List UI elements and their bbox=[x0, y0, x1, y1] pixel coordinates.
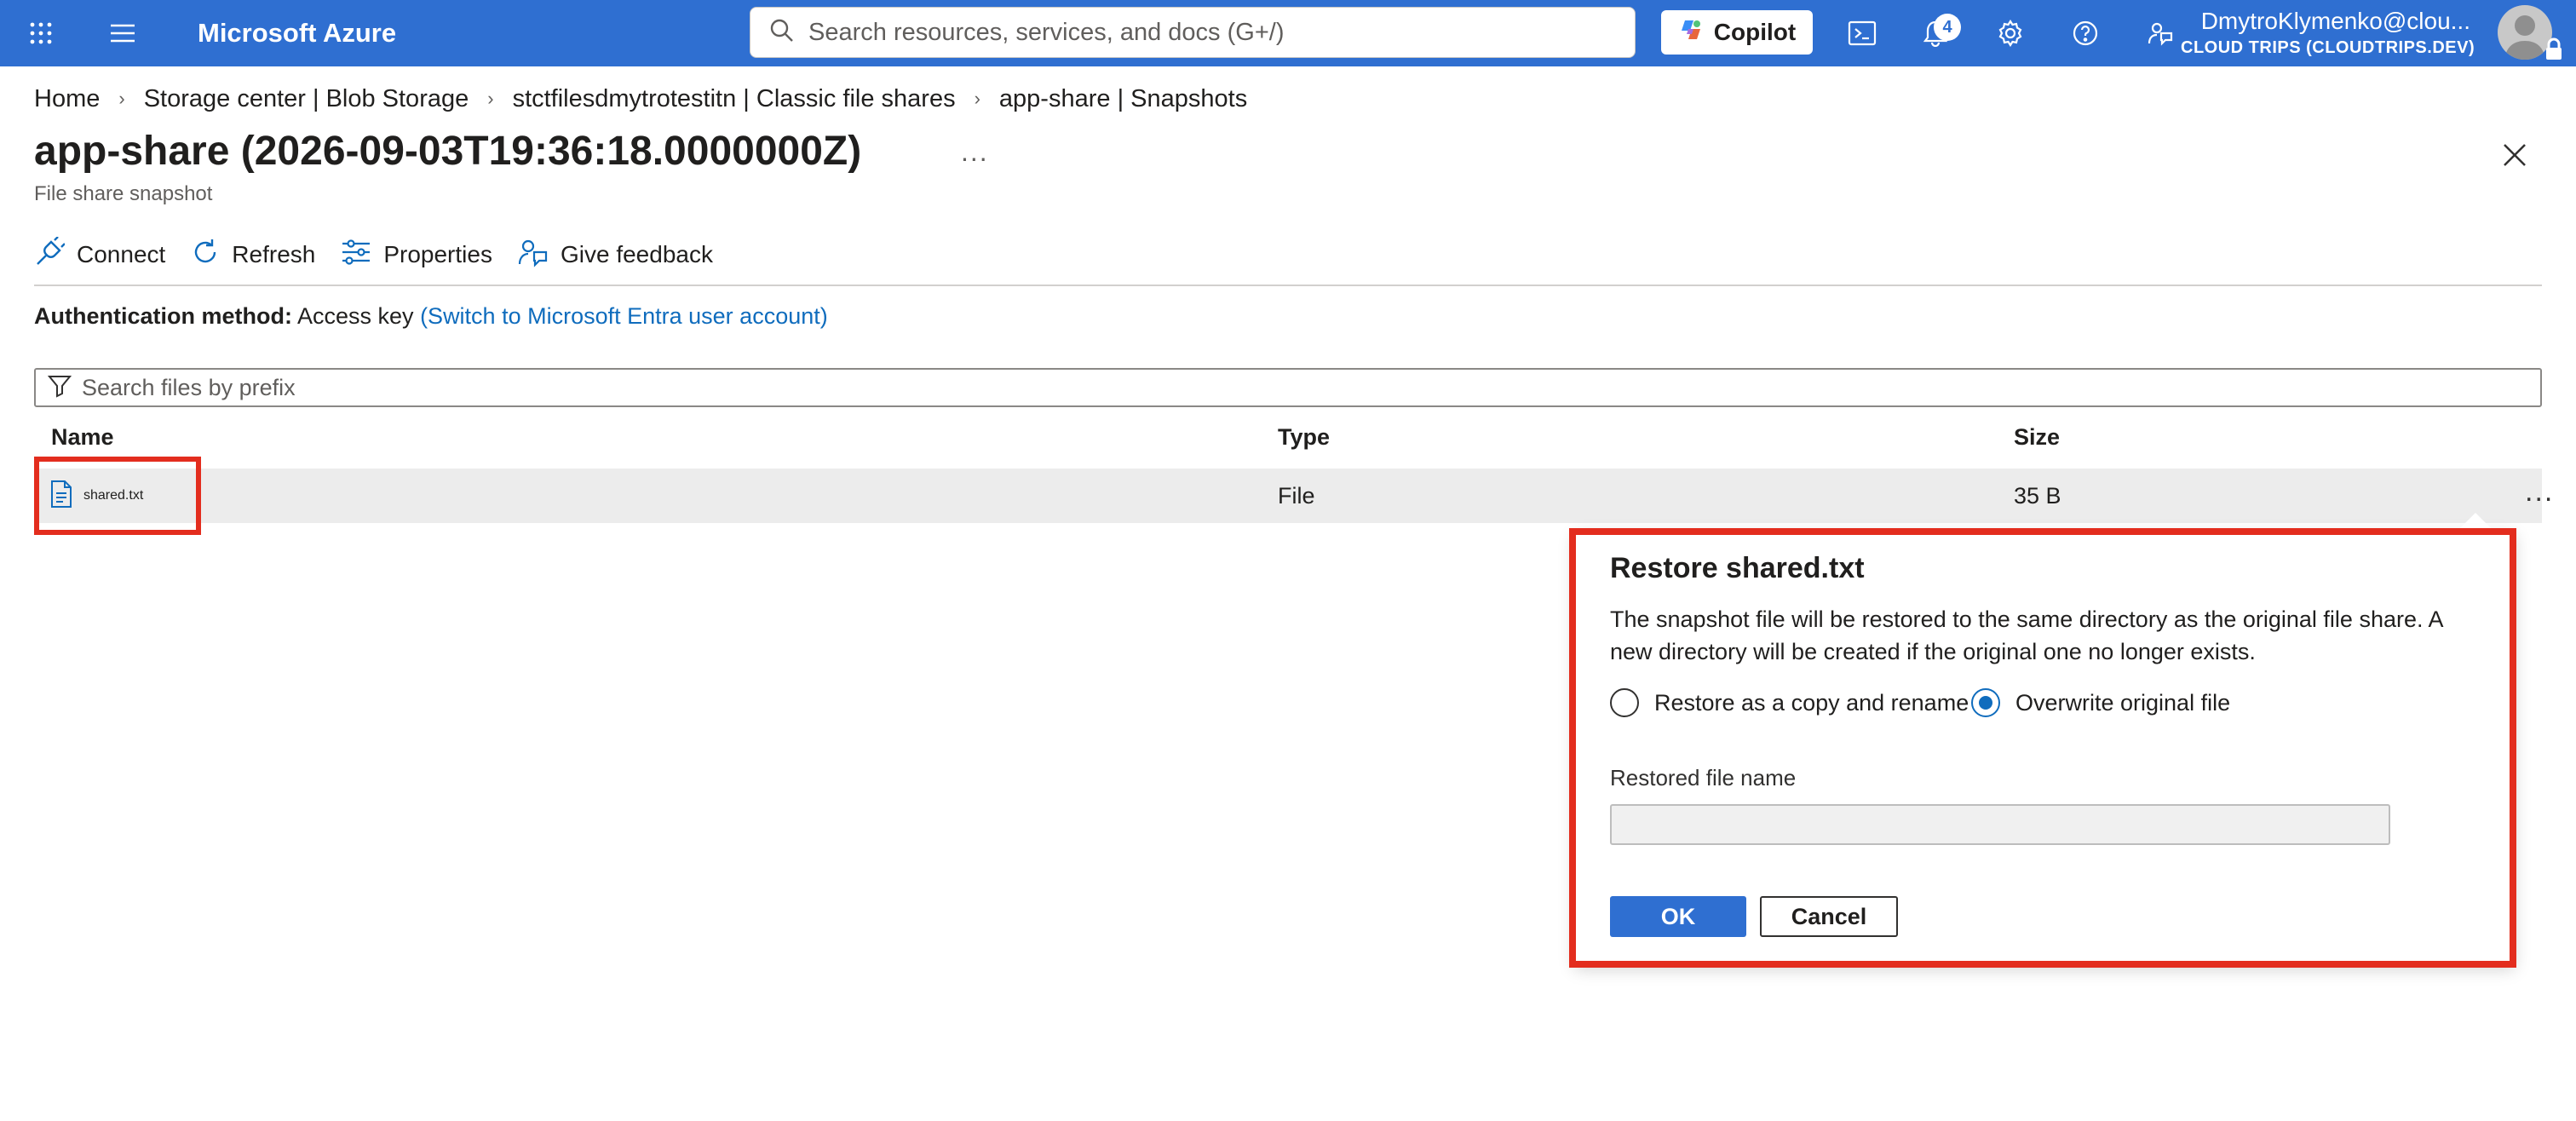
search-icon bbox=[769, 18, 795, 48]
file-size: 35 B bbox=[2014, 483, 2061, 509]
hamburger-menu-icon[interactable] bbox=[104, 0, 141, 66]
chevron-right-icon: › bbox=[974, 88, 980, 109]
radio-restore-copy[interactable]: Restore as a copy and rename bbox=[1610, 688, 1969, 717]
account-info[interactable]: DmytroKlymenko@clou... CLOUD TRIPS (CLOU… bbox=[2181, 7, 2475, 60]
chevron-right-icon: › bbox=[487, 88, 494, 109]
auth-method-label: Authentication method: bbox=[34, 303, 292, 329]
chevron-right-icon: › bbox=[118, 88, 125, 109]
sliders-icon bbox=[341, 238, 383, 273]
cloud-shell-icon[interactable] bbox=[1845, 0, 1879, 66]
copilot-button[interactable]: Copilot bbox=[1661, 10, 1813, 55]
account-tenant: CLOUD TRIPS (CLOUDTRIPS.DEV) bbox=[2181, 38, 2475, 57]
highlight-box-file bbox=[34, 457, 201, 535]
give-feedback-button[interactable]: Give feedback bbox=[518, 237, 713, 273]
breadcrumb-storage-account[interactable]: stctfilesdmytrotestitn | Classic file sh… bbox=[513, 85, 956, 113]
restore-dialog-title: Restore shared.txt bbox=[1610, 552, 1865, 584]
more-actions-button[interactable]: ... bbox=[961, 136, 989, 168]
search-files-placeholder: Search files by prefix bbox=[82, 374, 296, 400]
radio-restore-copy-label: Restore as a copy and rename bbox=[1654, 689, 1969, 716]
search-files-input[interactable]: Search files by prefix bbox=[34, 368, 2542, 407]
account-user: DmytroKlymenko@clou... bbox=[2200, 8, 2470, 34]
copilot-label: Copilot bbox=[1713, 19, 1797, 45]
radio-overwrite-label: Overwrite original file bbox=[2015, 689, 2231, 716]
restored-file-name-field[interactable] bbox=[1610, 804, 2390, 845]
global-search-input[interactable]: Search resources, services, and docs (G+… bbox=[750, 7, 1636, 58]
properties-button[interactable]: Properties bbox=[341, 238, 492, 273]
feedback-icon bbox=[518, 237, 561, 273]
connect-button[interactable]: Connect bbox=[34, 235, 166, 273]
breadcrumb-snapshots[interactable]: app-share | Snapshots bbox=[999, 85, 1247, 113]
dialog-pointer bbox=[2460, 513, 2491, 528]
give-feedback-label: Give feedback bbox=[560, 241, 713, 267]
refresh-icon bbox=[191, 238, 232, 273]
gear-icon[interactable] bbox=[1993, 0, 2027, 66]
close-icon[interactable] bbox=[2498, 138, 2532, 172]
column-header-type[interactable]: Type bbox=[1278, 424, 1330, 451]
auth-method: Authentication method: Access key (Switc… bbox=[34, 303, 828, 330]
switch-auth-link[interactable]: (Switch to Microsoft Entra user account) bbox=[420, 303, 828, 329]
ok-button[interactable]: OK bbox=[1610, 896, 1746, 937]
restored-file-name-label: Restored file name bbox=[1610, 765, 1797, 790]
filter-icon bbox=[47, 374, 72, 402]
notification-count-badge: 4 bbox=[1934, 14, 1961, 41]
refresh-label: Refresh bbox=[232, 241, 316, 267]
brand-title[interactable]: Microsoft Azure bbox=[198, 0, 396, 66]
command-bar: Connect Refresh Properties Give feedback bbox=[34, 235, 739, 274]
breadcrumb: Home › Storage center | Blob Storage › s… bbox=[34, 82, 1247, 116]
radio-dot bbox=[1979, 696, 1992, 710]
lock-icon bbox=[2544, 37, 2564, 61]
top-bar: Microsoft Azure Search resources, servic… bbox=[0, 0, 2576, 66]
connect-label: Connect bbox=[77, 241, 166, 267]
toolbar-divider bbox=[34, 285, 2542, 286]
row-more-actions-button[interactable]: ... bbox=[2525, 469, 2554, 523]
copilot-icon bbox=[1678, 17, 1714, 49]
cancel-button[interactable]: Cancel bbox=[1760, 896, 1898, 937]
column-header-name[interactable]: Name bbox=[51, 424, 114, 451]
refresh-button[interactable]: Refresh bbox=[191, 238, 315, 273]
radio-overwrite-original[interactable]: Overwrite original file bbox=[1971, 688, 2230, 717]
page-title: app-share (2026-09-03T19:36:18.0000000Z) bbox=[34, 129, 862, 174]
radio-circle-unselected[interactable] bbox=[1610, 688, 1639, 717]
breadcrumb-home[interactable]: Home bbox=[34, 85, 100, 113]
feedback-icon[interactable] bbox=[2143, 0, 2177, 66]
properties-label: Properties bbox=[383, 241, 492, 267]
radio-circle-selected[interactable] bbox=[1971, 688, 2000, 717]
auth-method-value: Access key bbox=[297, 303, 414, 329]
restore-dialog-description: The snapshot file will be restored to th… bbox=[1610, 606, 2443, 664]
file-type: File bbox=[1278, 483, 1315, 509]
search-placeholder: Search resources, services, and docs (G+… bbox=[808, 18, 1285, 46]
column-header-size[interactable]: Size bbox=[2014, 424, 2060, 451]
table-row[interactable]: shared.txt File 35 B ... bbox=[34, 469, 2552, 523]
plug-icon bbox=[34, 235, 77, 273]
breadcrumb-storage-center[interactable]: Storage center | Blob Storage bbox=[144, 85, 469, 113]
page-subtitle: File share snapshot bbox=[34, 182, 213, 205]
app-launcher-icon[interactable] bbox=[22, 0, 60, 66]
help-icon[interactable] bbox=[2068, 0, 2102, 66]
